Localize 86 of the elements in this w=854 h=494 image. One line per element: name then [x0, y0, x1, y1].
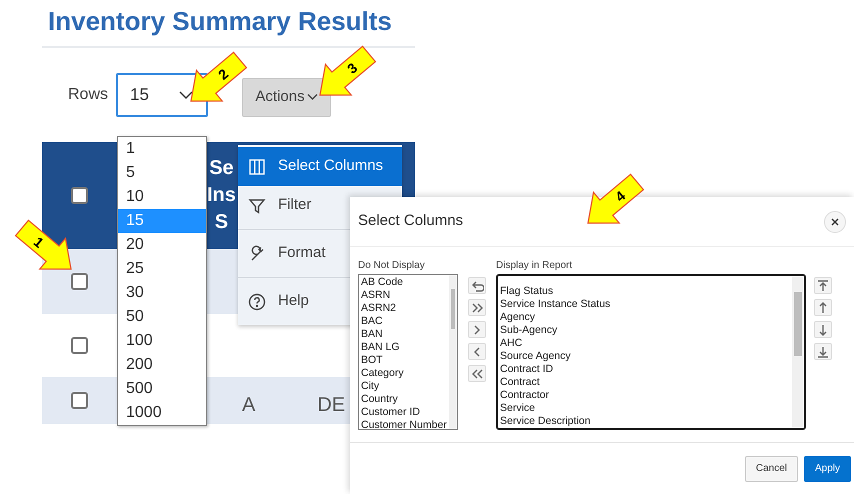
- row-checkbox[interactable]: [71, 273, 88, 290]
- list-item[interactable]: ASRN: [361, 289, 447, 302]
- list-item[interactable]: Customer ID: [361, 406, 447, 419]
- rows-option[interactable]: 200: [118, 353, 206, 377]
- list-item[interactable]: BAN: [361, 328, 447, 341]
- help-icon: [248, 292, 266, 310]
- list-item[interactable]: Source Agency: [500, 350, 790, 363]
- list-item[interactable]: Sub-Agency: [500, 324, 790, 337]
- column-header: Ins: [207, 183, 236, 208]
- list-item[interactable]: Service Instance Status: [500, 298, 790, 311]
- list-item[interactable]: Flag Status: [500, 285, 790, 298]
- rows-option[interactable]: 5: [118, 161, 206, 185]
- double-chevron-left-icon: [470, 368, 484, 380]
- arrow-to-top-icon: [817, 280, 829, 292]
- list-label: Do Not Display: [358, 259, 426, 273]
- callout-arrow: [587, 174, 644, 224]
- arrow-to-bottom-icon: [817, 346, 829, 358]
- apply-button[interactable]: Apply: [804, 456, 851, 482]
- move-button[interactable]: [468, 321, 486, 338]
- column-listbox[interactable]: Flag Status Service Instance Status Agency Sub-Agency AHC Source Agency Contract ID Contract Contractor Service Service Description: [496, 274, 806, 430]
- list-item[interactable]: Customer Number: [361, 419, 447, 429]
- move-button[interactable]: [468, 365, 486, 382]
- list-item[interactable]: City: [361, 380, 447, 393]
- arrow-down-icon: [817, 324, 829, 336]
- callout-arrow: [14, 220, 72, 270]
- list-item[interactable]: Service Description: [500, 415, 790, 428]
- order-button[interactable]: [814, 321, 832, 338]
- chevron-down-icon: [306, 93, 318, 101]
- rows-option[interactable]: 25: [118, 257, 206, 281]
- arrow-up-icon: [817, 302, 829, 314]
- callout-number: 1: [30, 234, 47, 251]
- table-cell-text: A: [242, 392, 256, 418]
- list-item[interactable]: AB Code: [361, 276, 447, 289]
- list-item[interactable]: Contract ID: [500, 363, 790, 376]
- columns-icon: [248, 158, 266, 176]
- list-item[interactable]: AHC: [500, 337, 790, 350]
- rows-option[interactable]: 500: [118, 377, 206, 401]
- actions-button[interactable]: Actions: [242, 78, 332, 116]
- chevron-down-icon: [178, 90, 194, 100]
- list-item[interactable]: Agency: [500, 311, 790, 324]
- list-item[interactable]: ASRN2: [361, 302, 447, 315]
- column-header: S: [214, 210, 228, 235]
- column-listbox[interactable]: AB Code ASRN ASRN2 BAC BAN BAN LG BOT Category City Country Customer ID Customer Number: [358, 274, 458, 430]
- rows-option[interactable]: 30: [118, 281, 206, 305]
- list-item[interactable]: Service: [500, 402, 790, 415]
- close-button[interactable]: [824, 210, 846, 232]
- callout-number: 4: [612, 188, 628, 205]
- row-checkbox[interactable]: [71, 392, 88, 409]
- callout-arrow: [319, 46, 376, 96]
- column-header: Se: [209, 156, 234, 181]
- callout-number: 3: [344, 60, 360, 77]
- page-title: Inventory Summary Results: [47, 5, 393, 38]
- table-cell-text: DE: [317, 392, 346, 418]
- list-item[interactable]: BAC: [361, 315, 447, 328]
- rows-option[interactable]: 100: [118, 329, 206, 353]
- list-item[interactable]: BOT: [361, 354, 447, 367]
- rows-option[interactable]: 20: [118, 233, 206, 257]
- dialog-title: Select Columns: [358, 211, 464, 232]
- callout-arrow: [190, 52, 248, 102]
- rows-option[interactable]: 50: [118, 305, 206, 329]
- order-button[interactable]: [814, 299, 832, 316]
- list-item[interactable]: Contractor: [500, 389, 790, 402]
- rows-option[interactable]: 1: [118, 137, 206, 161]
- move-button[interactable]: [468, 299, 486, 316]
- move-button[interactable]: [468, 343, 486, 360]
- menu-item[interactable]: Select Columns: [238, 147, 402, 186]
- close-icon: [831, 218, 839, 226]
- rows-option[interactable]: 1000: [118, 401, 206, 425]
- callout-number: 2: [215, 66, 232, 83]
- cancel-button[interactable]: Cancel: [744, 456, 798, 482]
- double-chevron-right-icon: [470, 302, 484, 314]
- reset-icon: [470, 280, 484, 292]
- rows-label: Rows: [68, 85, 108, 105]
- move-button[interactable]: [468, 277, 486, 294]
- rows-select[interactable]: 15: [116, 73, 208, 117]
- rows-option[interactable]: 10: [118, 185, 206, 209]
- list-item[interactable]: BAN LG: [361, 341, 447, 354]
- order-button[interactable]: [814, 277, 832, 294]
- list-item[interactable]: Country: [361, 393, 447, 406]
- order-button[interactable]: [814, 343, 832, 360]
- list-item[interactable]: Category: [361, 367, 447, 380]
- select-all-checkbox[interactable]: [71, 187, 88, 204]
- list-label: Display in Report: [496, 259, 574, 273]
- list-item[interactable]: Contract: [500, 376, 790, 389]
- row-checkbox[interactable]: [71, 337, 88, 354]
- funnel-icon: [248, 196, 266, 214]
